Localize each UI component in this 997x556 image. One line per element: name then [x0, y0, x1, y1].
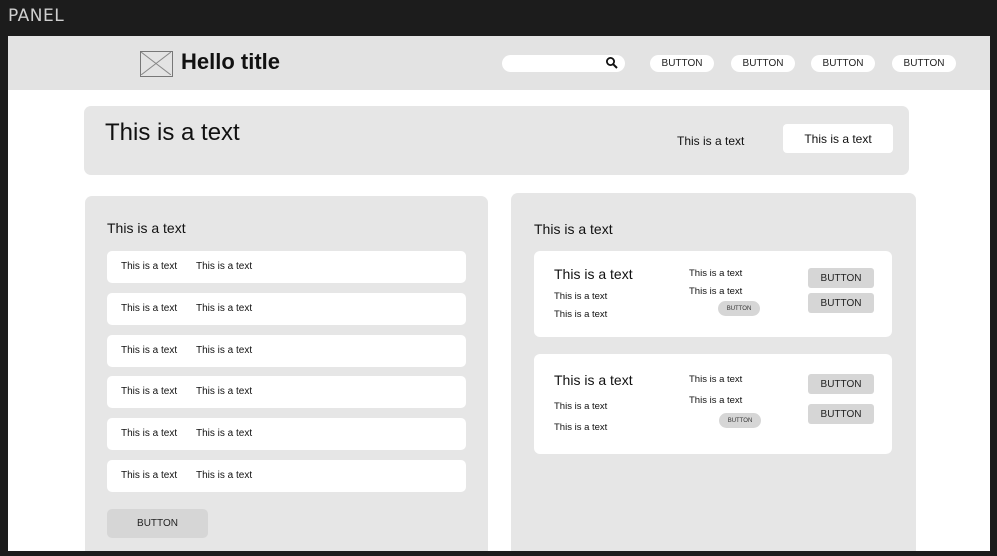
list-item[interactable]: This is a text This is a text: [107, 293, 466, 325]
hero-banner: This is a text This is a text This is a …: [84, 106, 909, 175]
info-card-title: This is a text: [554, 372, 633, 388]
list-item[interactable]: This is a text This is a text: [107, 460, 466, 492]
list-item-text-b: This is a text: [196, 261, 253, 272]
left-card-button[interactable]: BUTTON: [107, 509, 208, 538]
info-card-pill-button[interactable]: BUTTON: [719, 413, 761, 428]
left-card-heading: This is a text: [107, 220, 186, 236]
info-card-line: This is a text: [554, 401, 608, 412]
info-card-button[interactable]: BUTTON: [808, 268, 874, 288]
hero-text: This is a text: [677, 134, 745, 148]
list-item-text-b: This is a text: [196, 303, 253, 314]
list-item-text-a: This is a text: [121, 386, 178, 397]
list-item-text-b: This is a text: [196, 428, 253, 439]
list-item-text-a: This is a text: [121, 428, 178, 439]
info-card-button[interactable]: BUTTON: [808, 374, 874, 394]
list-item-text-b: This is a text: [196, 470, 253, 481]
list-item-text-a: This is a text: [121, 470, 178, 481]
list-item[interactable]: This is a text This is a text: [107, 418, 466, 450]
right-card-heading: This is a text: [534, 221, 613, 237]
search-icon[interactable]: [605, 56, 619, 70]
info-card-line: This is a text: [554, 309, 608, 320]
app-title: Hello title: [181, 49, 281, 74]
nav-button-4[interactable]: BUTTON: [892, 55, 956, 72]
list-item[interactable]: This is a text This is a text: [107, 251, 466, 283]
hero-button[interactable]: This is a text: [783, 124, 893, 153]
list-item-text-b: This is a text: [196, 386, 253, 397]
list-item[interactable]: This is a text This is a text: [107, 376, 466, 408]
info-card-mid-line: This is a text: [689, 395, 743, 406]
image-placeholder-icon: [140, 51, 173, 77]
info-card-button[interactable]: BUTTON: [808, 404, 874, 424]
list-item-text-a: This is a text: [121, 303, 178, 314]
info-card-button[interactable]: BUTTON: [808, 293, 874, 313]
list-item-text-b: This is a text: [196, 345, 253, 356]
search-input[interactable]: [502, 55, 625, 72]
info-card-pill-button[interactable]: BUTTON: [718, 301, 760, 316]
image-placeholder-cross: [140, 51, 172, 76]
info-card-line: This is a text: [554, 422, 608, 433]
info-card-mid-line: This is a text: [689, 286, 743, 297]
nav-button-3[interactable]: BUTTON: [811, 55, 875, 72]
panel-label: PANEL: [8, 6, 65, 26]
info-card: This is a text This is a text This is a …: [534, 251, 892, 337]
info-card: This is a text This is a text This is a …: [534, 354, 892, 454]
info-card-title: This is a text: [554, 266, 633, 282]
hero-title: This is a text: [105, 119, 240, 146]
info-card-line: This is a text: [554, 291, 608, 302]
info-card-mid-line: This is a text: [689, 268, 743, 279]
app-frame: PANEL Hello title BUTTON BUTTON BUTTON B…: [0, 0, 997, 556]
info-card-mid-line: This is a text: [689, 374, 743, 385]
screen: Hello title BUTTON BUTTON BUTTON BUTTON …: [8, 36, 990, 551]
right-card: This is a text This is a text This is a …: [511, 193, 916, 551]
nav-button-1[interactable]: BUTTON: [650, 55, 714, 72]
list-item-text-a: This is a text: [121, 261, 178, 272]
list-item[interactable]: This is a text This is a text: [107, 335, 466, 367]
left-card: This is a text This is a text This is a …: [85, 196, 488, 551]
list-item-text-a: This is a text: [121, 345, 178, 356]
nav-button-2[interactable]: BUTTON: [731, 55, 795, 72]
top-bar: Hello title BUTTON BUTTON BUTTON BUTTON: [8, 36, 990, 90]
